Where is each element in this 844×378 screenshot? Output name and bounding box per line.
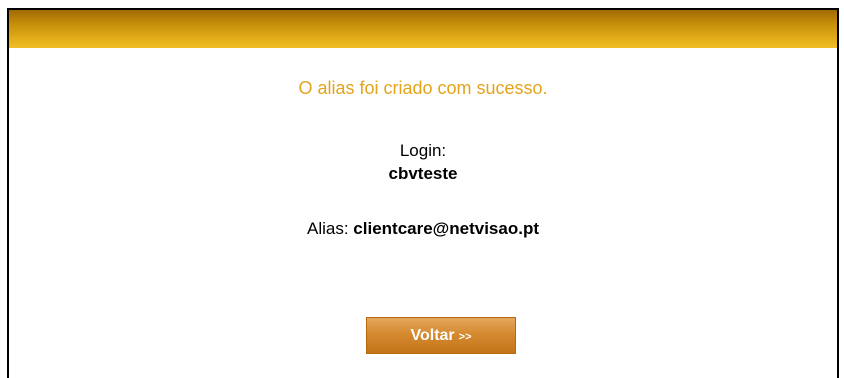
result-panel: O alias foi criado com sucesso. Login: c… xyxy=(7,8,839,378)
alias-label: Alias: xyxy=(306,219,349,238)
back-button[interactable]: Voltar >> xyxy=(366,317,516,354)
success-message: O alias foi criado com sucesso. xyxy=(298,78,548,98)
alias-value: clientcare@netvisao.pt xyxy=(353,219,539,238)
alias-line: Alias: clientcare@netvisao.pt xyxy=(9,219,837,239)
login-value: cbvteste xyxy=(388,164,458,183)
double-chevron-right-icon: >> xyxy=(458,330,472,343)
login-label: Login: xyxy=(399,141,447,160)
header-bar xyxy=(9,10,837,48)
content-area: O alias foi criado com sucesso. Login: c… xyxy=(9,48,837,378)
back-button-label: Voltar xyxy=(410,326,455,344)
